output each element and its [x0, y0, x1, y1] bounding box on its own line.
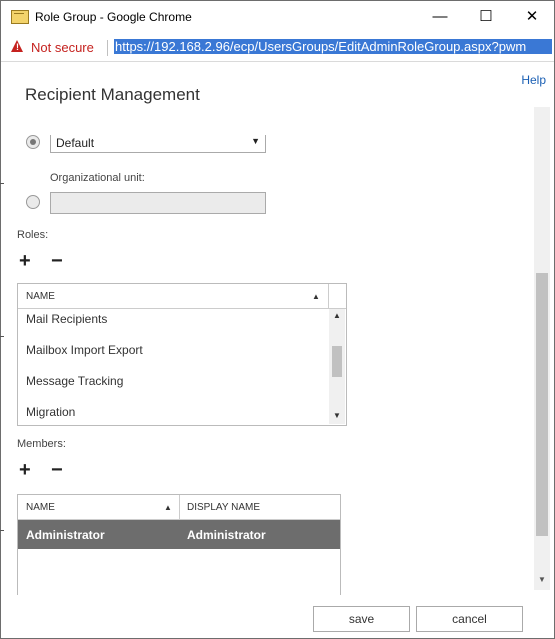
add-role-button[interactable]: + — [19, 251, 31, 271]
roles-label: Roles: — [17, 229, 49, 241]
title-bar: Role Group - Google Chrome — ☐ ✕ — [1, 1, 554, 34]
background-window-edge — [0, 530, 4, 531]
maximize-button[interactable]: ☐ — [463, 1, 509, 34]
default-scope-select[interactable]: Default ▼ — [50, 135, 266, 153]
role-row-message-tracking[interactable]: Message Tracking — [26, 374, 123, 388]
sort-ascending-icon: ▲ — [164, 503, 172, 512]
url-text[interactable]: https://192.168.2.96/ecp/UsersGroups/Edi… — [114, 39, 552, 54]
display-name-column-header[interactable]: DISPLAY NAME — [187, 502, 260, 513]
envelope-icon — [11, 10, 29, 24]
role-row-migration[interactable]: Migration — [26, 405, 75, 419]
scroll-up-icon[interactable]: ▲ — [333, 311, 341, 320]
ou-scope-radio[interactable] — [26, 195, 40, 209]
table-row[interactable]: Administrator Administrator — [18, 520, 340, 549]
security-indicator[interactable]: Not secure — [31, 40, 94, 55]
members-grid: NAME ▲ DISPLAY NAME Administrator Admini… — [17, 494, 341, 595]
name-column-header[interactable]: NAME — [26, 502, 55, 513]
cancel-button[interactable]: cancel — [416, 606, 523, 632]
header-divider — [328, 284, 329, 308]
address-bar[interactable]: ! Not secure https://192.168.2.96/ecp/Us… — [1, 34, 554, 62]
roles-scrollbar[interactable]: ▲ ▼ — [329, 309, 345, 424]
background-window-edge — [0, 183, 4, 184]
help-link[interactable]: Help — [521, 73, 546, 87]
add-member-button[interactable]: + — [19, 460, 31, 480]
header-divider — [179, 495, 180, 519]
warning-icon: ! — [11, 40, 23, 52]
remove-member-button[interactable]: − — [51, 460, 63, 480]
members-grid-header[interactable]: NAME ▲ DISPLAY NAME — [18, 495, 340, 520]
roles-grid: NAME ▲ Mail Recipients Mailbox Import Ex… — [17, 283, 347, 426]
dialog-scrollbar[interactable]: ▼ — [534, 107, 550, 590]
minimize-button[interactable]: — — [417, 1, 463, 34]
name-column-header[interactable]: NAME — [26, 291, 55, 302]
dialog-content: Help Recipient Management Default ▼ Orga… — [1, 62, 554, 638]
role-row-mail-recipients[interactable]: Mail Recipients — [26, 312, 107, 326]
browser-window: Role Group - Google Chrome — ☐ ✕ ! Not s… — [0, 0, 555, 639]
member-display-name-cell: Administrator — [187, 528, 266, 542]
remove-role-button[interactable]: − — [51, 251, 63, 271]
members-label: Members: — [17, 438, 66, 450]
background-window-edge — [0, 336, 4, 337]
chevron-down-icon: ▼ — [251, 136, 260, 146]
ou-label: Organizational unit: — [50, 172, 145, 184]
save-button[interactable]: save — [313, 606, 410, 632]
dialog-scroll-thumb[interactable] — [536, 273, 548, 536]
roles-grid-header[interactable]: NAME ▲ — [18, 284, 346, 309]
select-value: Default — [56, 136, 95, 150]
sort-ascending-icon: ▲ — [312, 292, 320, 301]
url-separator — [107, 40, 108, 56]
scroll-down-icon[interactable]: ▼ — [333, 411, 341, 420]
scroll-down-icon[interactable]: ▼ — [538, 575, 546, 584]
member-name-cell: Administrator — [26, 528, 105, 542]
roles-scroll-thumb[interactable] — [332, 346, 342, 377]
page-title: Recipient Management — [25, 85, 200, 104]
default-scope-radio[interactable] — [26, 135, 40, 149]
close-button[interactable]: ✕ — [509, 1, 554, 34]
ou-input[interactable] — [50, 192, 266, 214]
window-title: Role Group - Google Chrome — [35, 10, 192, 24]
role-row-mailbox-import-export[interactable]: Mailbox Import Export — [26, 343, 143, 357]
